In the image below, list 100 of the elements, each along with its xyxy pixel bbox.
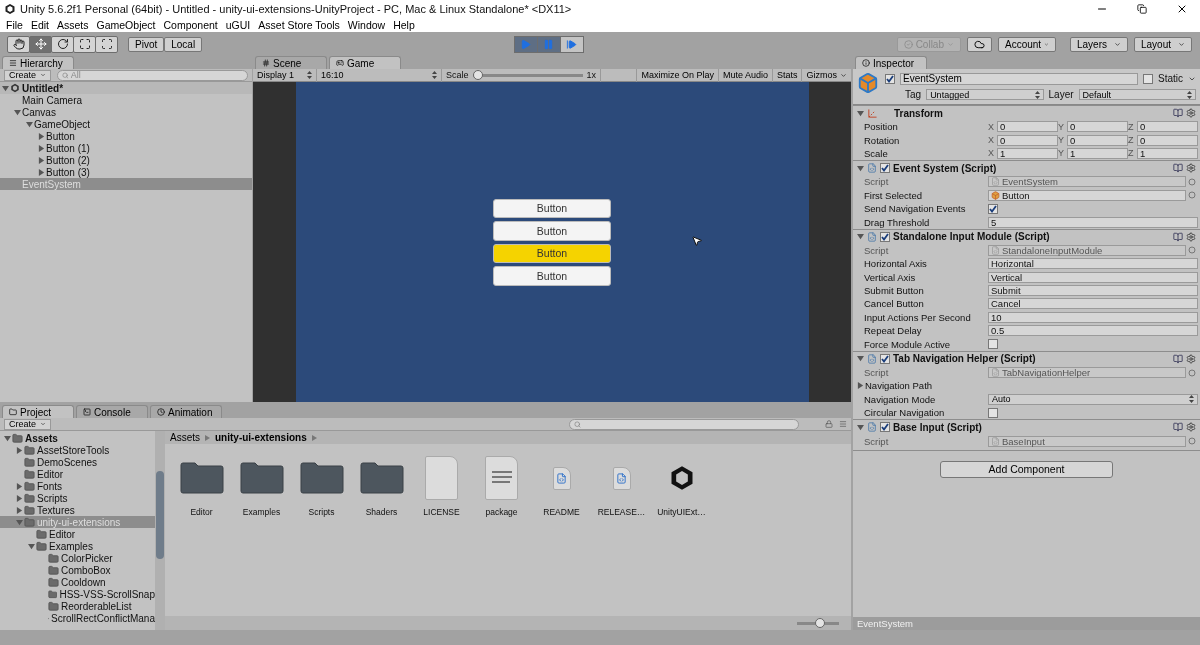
- tree-item[interactable]: Scripts: [0, 492, 155, 504]
- inspector-tab[interactable]: Inspector: [855, 56, 927, 69]
- scale-tool-button[interactable]: [73, 35, 96, 53]
- toggle-button[interactable]: Maximize On Play: [636, 68, 718, 82]
- text-field[interactable]: Submit: [988, 285, 1198, 297]
- tree-item[interactable]: AssetStoreTools: [0, 444, 155, 456]
- step-button[interactable]: [559, 35, 584, 53]
- component-title[interactable]: Event System (Script): [893, 162, 1170, 174]
- number-field[interactable]: 0: [1137, 121, 1198, 133]
- menu-item[interactable]: Component: [159, 17, 222, 32]
- game-button[interactable]: Button: [493, 221, 611, 241]
- hierarchy-tab[interactable]: Hierarchy: [2, 56, 74, 69]
- caret-icon[interactable]: [857, 233, 864, 241]
- caret-icon[interactable]: [857, 423, 864, 431]
- tag-dropdown[interactable]: Untagged: [926, 89, 1044, 100]
- tree-item[interactable]: GameObject: [0, 118, 252, 130]
- menu-item[interactable]: Edit: [26, 17, 53, 32]
- picker-icon[interactable]: [1188, 437, 1196, 446]
- rect-tool-button[interactable]: [95, 35, 118, 53]
- object-field[interactable]: EventSystem: [988, 176, 1186, 188]
- scrollbar[interactable]: [155, 431, 165, 630]
- book-icon[interactable]: [1173, 231, 1183, 242]
- caret-icon[interactable]: [856, 382, 864, 390]
- tree-item[interactable]: Button (2): [0, 154, 252, 166]
- tree-item[interactable]: Cooldown: [0, 576, 155, 588]
- number-field[interactable]: 0: [1137, 134, 1198, 146]
- create-dropdown[interactable]: Create: [4, 69, 51, 81]
- menu-item[interactable]: GameObject: [92, 17, 160, 32]
- asset-label[interactable]: UnityUIExt…: [657, 507, 706, 517]
- component-title[interactable]: Tab Navigation Helper (Script): [893, 353, 1170, 365]
- aspect-dropdown[interactable]: 16:10: [317, 68, 442, 82]
- caret-icon[interactable]: [857, 164, 864, 172]
- checkbox[interactable]: [880, 353, 890, 364]
- text-field[interactable]: 5: [988, 216, 1198, 228]
- name-field[interactable]: EventSystem: [900, 72, 1138, 85]
- menu-item[interactable]: Asset Store Tools: [254, 17, 344, 32]
- asset-label[interactable]: README: [543, 507, 580, 517]
- number-field[interactable]: 1: [1067, 147, 1128, 159]
- pause-button[interactable]: [536, 35, 561, 53]
- game-button[interactable]: Button: [493, 266, 611, 286]
- component-title[interactable]: Transform: [894, 107, 1170, 119]
- text-field[interactable]: 10: [988, 311, 1198, 323]
- checkbox[interactable]: [988, 339, 998, 350]
- tree-item[interactable]: Button: [0, 130, 252, 142]
- checkbox[interactable]: [885, 73, 895, 84]
- slider-thumb[interactable]: [814, 618, 825, 628]
- local-button[interactable]: Local: [164, 36, 203, 52]
- menu-item[interactable]: uGUI: [221, 17, 255, 32]
- number-field[interactable]: 0: [1067, 121, 1128, 133]
- number-field[interactable]: 0: [997, 134, 1058, 146]
- pivot-button[interactable]: Pivot: [128, 36, 165, 52]
- tree-item[interactable]: Editor: [0, 528, 155, 540]
- settings-icon[interactable]: [1186, 163, 1196, 174]
- tree-item[interactable]: Editor: [0, 468, 155, 480]
- component-title[interactable]: Base Input (Script): [893, 421, 1170, 433]
- layers-dropdown[interactable]: Layers: [1070, 36, 1128, 52]
- breadcrumb-link[interactable]: unity-ui-extensions: [215, 432, 307, 443]
- create-dropdown[interactable]: Create: [4, 418, 51, 430]
- checkbox[interactable]: [880, 231, 890, 242]
- object-field[interactable]: Button: [988, 189, 1186, 201]
- slider-thumb[interactable]: [472, 70, 483, 80]
- checkbox[interactable]: [988, 407, 998, 418]
- tree-item[interactable]: Fonts: [0, 480, 155, 492]
- account-dropdown[interactable]: Account: [998, 36, 1056, 52]
- book-icon[interactable]: [1173, 108, 1183, 118]
- tree-item[interactable]: Button (3): [0, 166, 252, 178]
- tree-item[interactable]: Examples: [0, 540, 155, 552]
- cloud-button[interactable]: [967, 36, 992, 52]
- view-tab[interactable]: Scene: [255, 56, 327, 69]
- tree-item[interactable]: Canvas: [0, 106, 252, 118]
- tree-item[interactable]: ColorPicker: [0, 552, 155, 564]
- checkbox[interactable]: [988, 203, 998, 214]
- panel-tab[interactable]: Animation: [150, 405, 222, 418]
- foldout-label[interactable]: Navigation Path: [865, 380, 989, 392]
- scale-slider[interactable]: [472, 70, 583, 80]
- lock-icon[interactable]: [825, 420, 833, 428]
- caret-icon[interactable]: [1, 84, 9, 92]
- scene-row[interactable]: Untitled*: [0, 82, 252, 94]
- settings-icon[interactable]: [1186, 422, 1196, 433]
- tree-item[interactable]: Main Camera: [0, 94, 252, 106]
- toggle-button[interactable]: Stats: [771, 68, 802, 82]
- object-field[interactable]: BaseInput: [988, 435, 1186, 447]
- menu-item[interactable]: Window: [343, 17, 390, 32]
- display-dropdown[interactable]: Display 1: [253, 68, 317, 82]
- settings-icon[interactable]: [1186, 231, 1196, 242]
- picker-icon[interactable]: [1188, 368, 1196, 377]
- view-tab[interactable]: Game: [329, 56, 401, 69]
- rotate-tool-button[interactable]: [51, 35, 74, 53]
- text-field[interactable]: Vertical: [988, 271, 1198, 283]
- caret-icon[interactable]: [857, 355, 864, 363]
- text-field[interactable]: Cancel: [988, 298, 1198, 310]
- text-field[interactable]: Horizontal: [988, 258, 1198, 270]
- game-button[interactable]: Button: [493, 243, 611, 263]
- toggle-button[interactable]: Mute Audio: [717, 68, 772, 82]
- checkbox[interactable]: [1143, 73, 1153, 84]
- picker-icon[interactable]: [1188, 246, 1196, 255]
- tree-item[interactable]: ReorderableList: [0, 600, 155, 612]
- book-icon[interactable]: [1173, 353, 1183, 364]
- number-field[interactable]: 0: [997, 121, 1058, 133]
- number-field[interactable]: 0: [1067, 134, 1128, 146]
